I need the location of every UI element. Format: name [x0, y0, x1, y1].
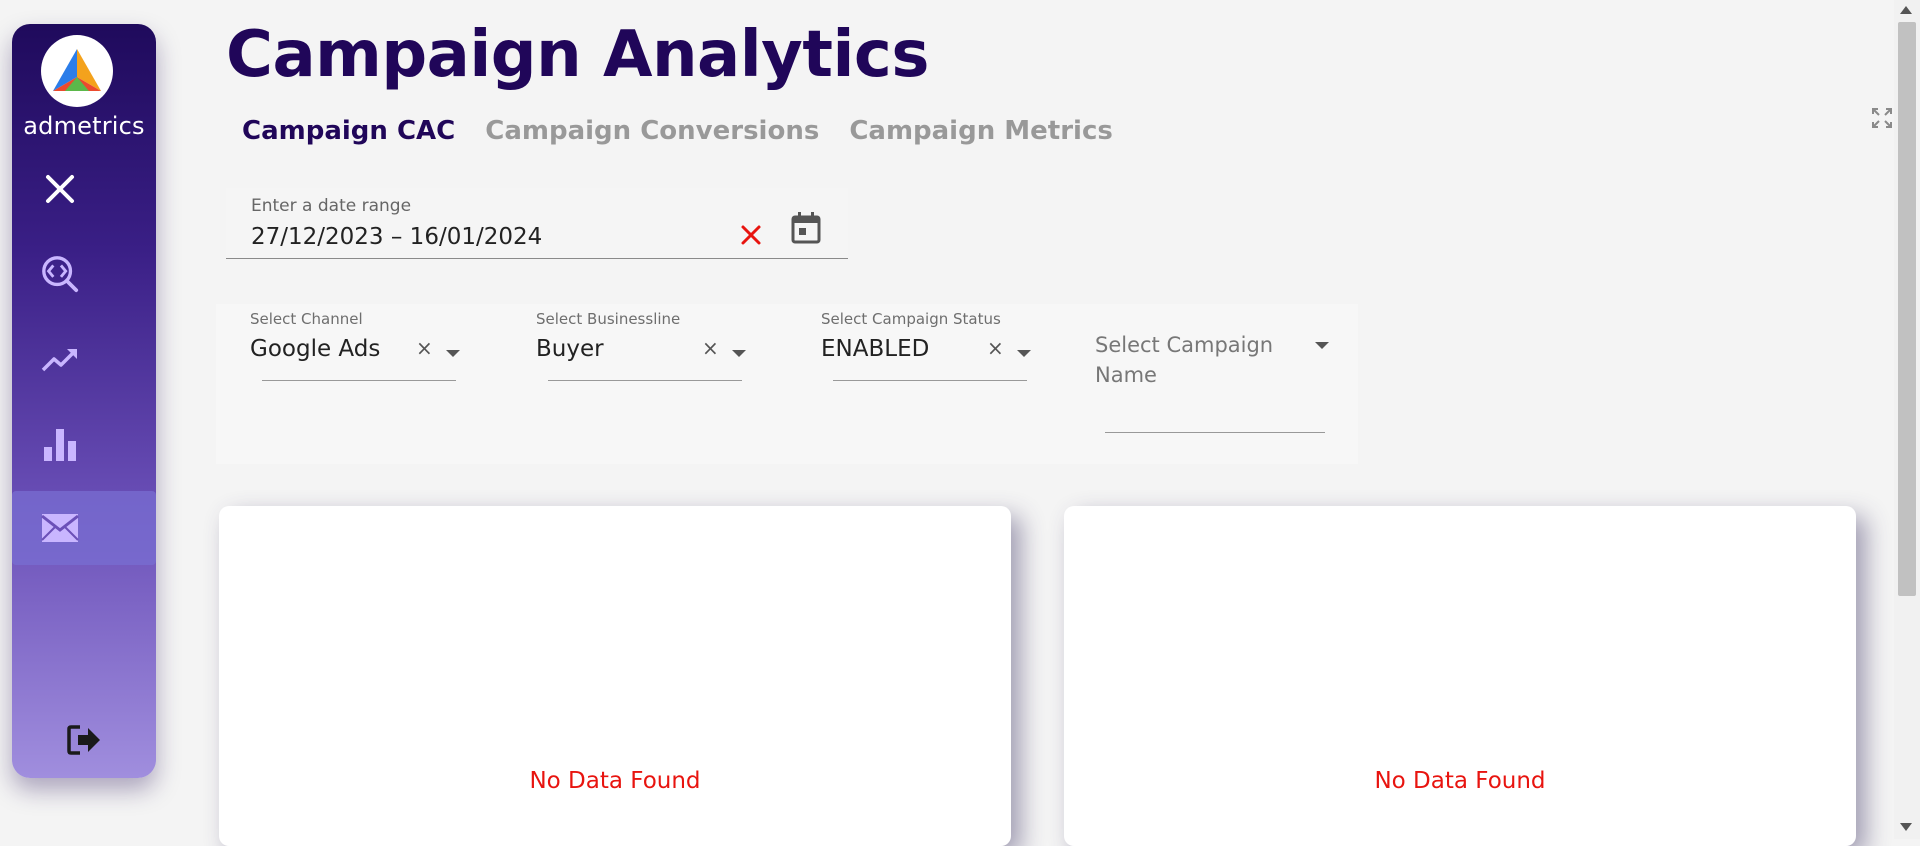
- clear-date-button[interactable]: [734, 218, 768, 252]
- scroll-down-arrow-icon[interactable]: [1900, 823, 1912, 831]
- campaign-status-label: Select Campaign Status: [821, 310, 1001, 328]
- calendar-icon: [791, 212, 821, 244]
- campaign-name-underline: [1105, 432, 1325, 433]
- campaign-status-underline: [833, 380, 1027, 381]
- campaign-name-placeholder[interactable]: Select Campaign Name: [1095, 330, 1305, 390]
- brand-name: admetrics: [23, 112, 145, 140]
- logout-button[interactable]: [64, 720, 104, 760]
- trending-up-icon: [41, 349, 77, 372]
- date-range-field[interactable]: Enter a date range 27/12/2023 – 16/01/20…: [226, 188, 848, 259]
- tab-campaign-cac[interactable]: Campaign CAC: [242, 116, 455, 146]
- campaign-status-select[interactable]: Select Campaign Status ENABLED ×: [821, 304, 1031, 384]
- expand-icon: [1872, 108, 1892, 128]
- channel-label: Select Channel: [250, 310, 363, 328]
- scroll-up-arrow-icon[interactable]: [1900, 6, 1912, 14]
- tab-campaign-metrics[interactable]: Campaign Metrics: [849, 116, 1113, 146]
- tab-bar: Campaign CAC Campaign Conversions Campai…: [242, 116, 1113, 146]
- fullscreen-button[interactable]: [1870, 106, 1894, 130]
- channel-select[interactable]: Select Channel Google Ads ×: [250, 304, 460, 384]
- channel-value[interactable]: Google Ads: [250, 336, 380, 362]
- campaign-status-value[interactable]: ENABLED: [821, 336, 929, 362]
- logout-icon: [67, 725, 100, 755]
- tab-campaign-conversions[interactable]: Campaign Conversions: [485, 116, 819, 146]
- date-range-value[interactable]: 27/12/2023 – 16/01/2024: [251, 224, 542, 250]
- chart-card-left: No Data Found: [219, 506, 1011, 846]
- bar-chart-icon: [44, 429, 76, 461]
- code-search-icon: [42, 256, 79, 293]
- businessline-value[interactable]: Buyer: [536, 336, 604, 362]
- close-icon: [741, 225, 761, 245]
- sidebar-item-charts[interactable]: [40, 424, 80, 464]
- clear-channel-icon[interactable]: ×: [416, 336, 433, 360]
- page-title: Campaign Analytics: [226, 18, 929, 92]
- businessline-select[interactable]: Select Businessline Buyer ×: [536, 304, 746, 384]
- close-sidebar-button[interactable]: [40, 169, 80, 209]
- chart-card-right: No Data Found: [1064, 506, 1856, 846]
- no-data-message: No Data Found: [1374, 768, 1546, 794]
- clear-status-icon[interactable]: ×: [987, 336, 1004, 360]
- calendar-button[interactable]: [788, 210, 824, 246]
- chevron-down-icon[interactable]: [1017, 350, 1031, 357]
- sidebar: admetrics: [12, 24, 156, 778]
- date-range-label: Enter a date range: [251, 196, 412, 216]
- close-icon: [46, 175, 74, 203]
- clear-businessline-icon[interactable]: ×: [702, 336, 719, 360]
- chevron-down-icon[interactable]: [1315, 342, 1329, 349]
- channel-underline: [262, 380, 456, 381]
- businessline-underline: [548, 380, 742, 381]
- filter-panel: Select Channel Google Ads × Select Busin…: [216, 304, 1358, 464]
- businessline-label: Select Businessline: [536, 310, 681, 328]
- sidebar-item-trends[interactable]: [40, 340, 80, 380]
- no-data-message: No Data Found: [529, 768, 701, 794]
- mail-icon: [41, 514, 79, 542]
- sidebar-item-mail[interactable]: [40, 508, 80, 548]
- vertical-scrollbar[interactable]: [1894, 0, 1920, 839]
- sidebar-item-code-search[interactable]: [40, 254, 80, 294]
- chevron-down-icon[interactable]: [446, 350, 460, 357]
- scroll-thumb[interactable]: [1898, 22, 1916, 596]
- brand-logo: [41, 35, 113, 107]
- chevron-down-icon[interactable]: [732, 350, 746, 357]
- sidebar-item-mail-active[interactable]: [12, 491, 156, 565]
- campaign-name-select[interactable]: Select Campaign Name: [1095, 304, 1335, 444]
- logo-triangle-icon: [53, 49, 101, 91]
